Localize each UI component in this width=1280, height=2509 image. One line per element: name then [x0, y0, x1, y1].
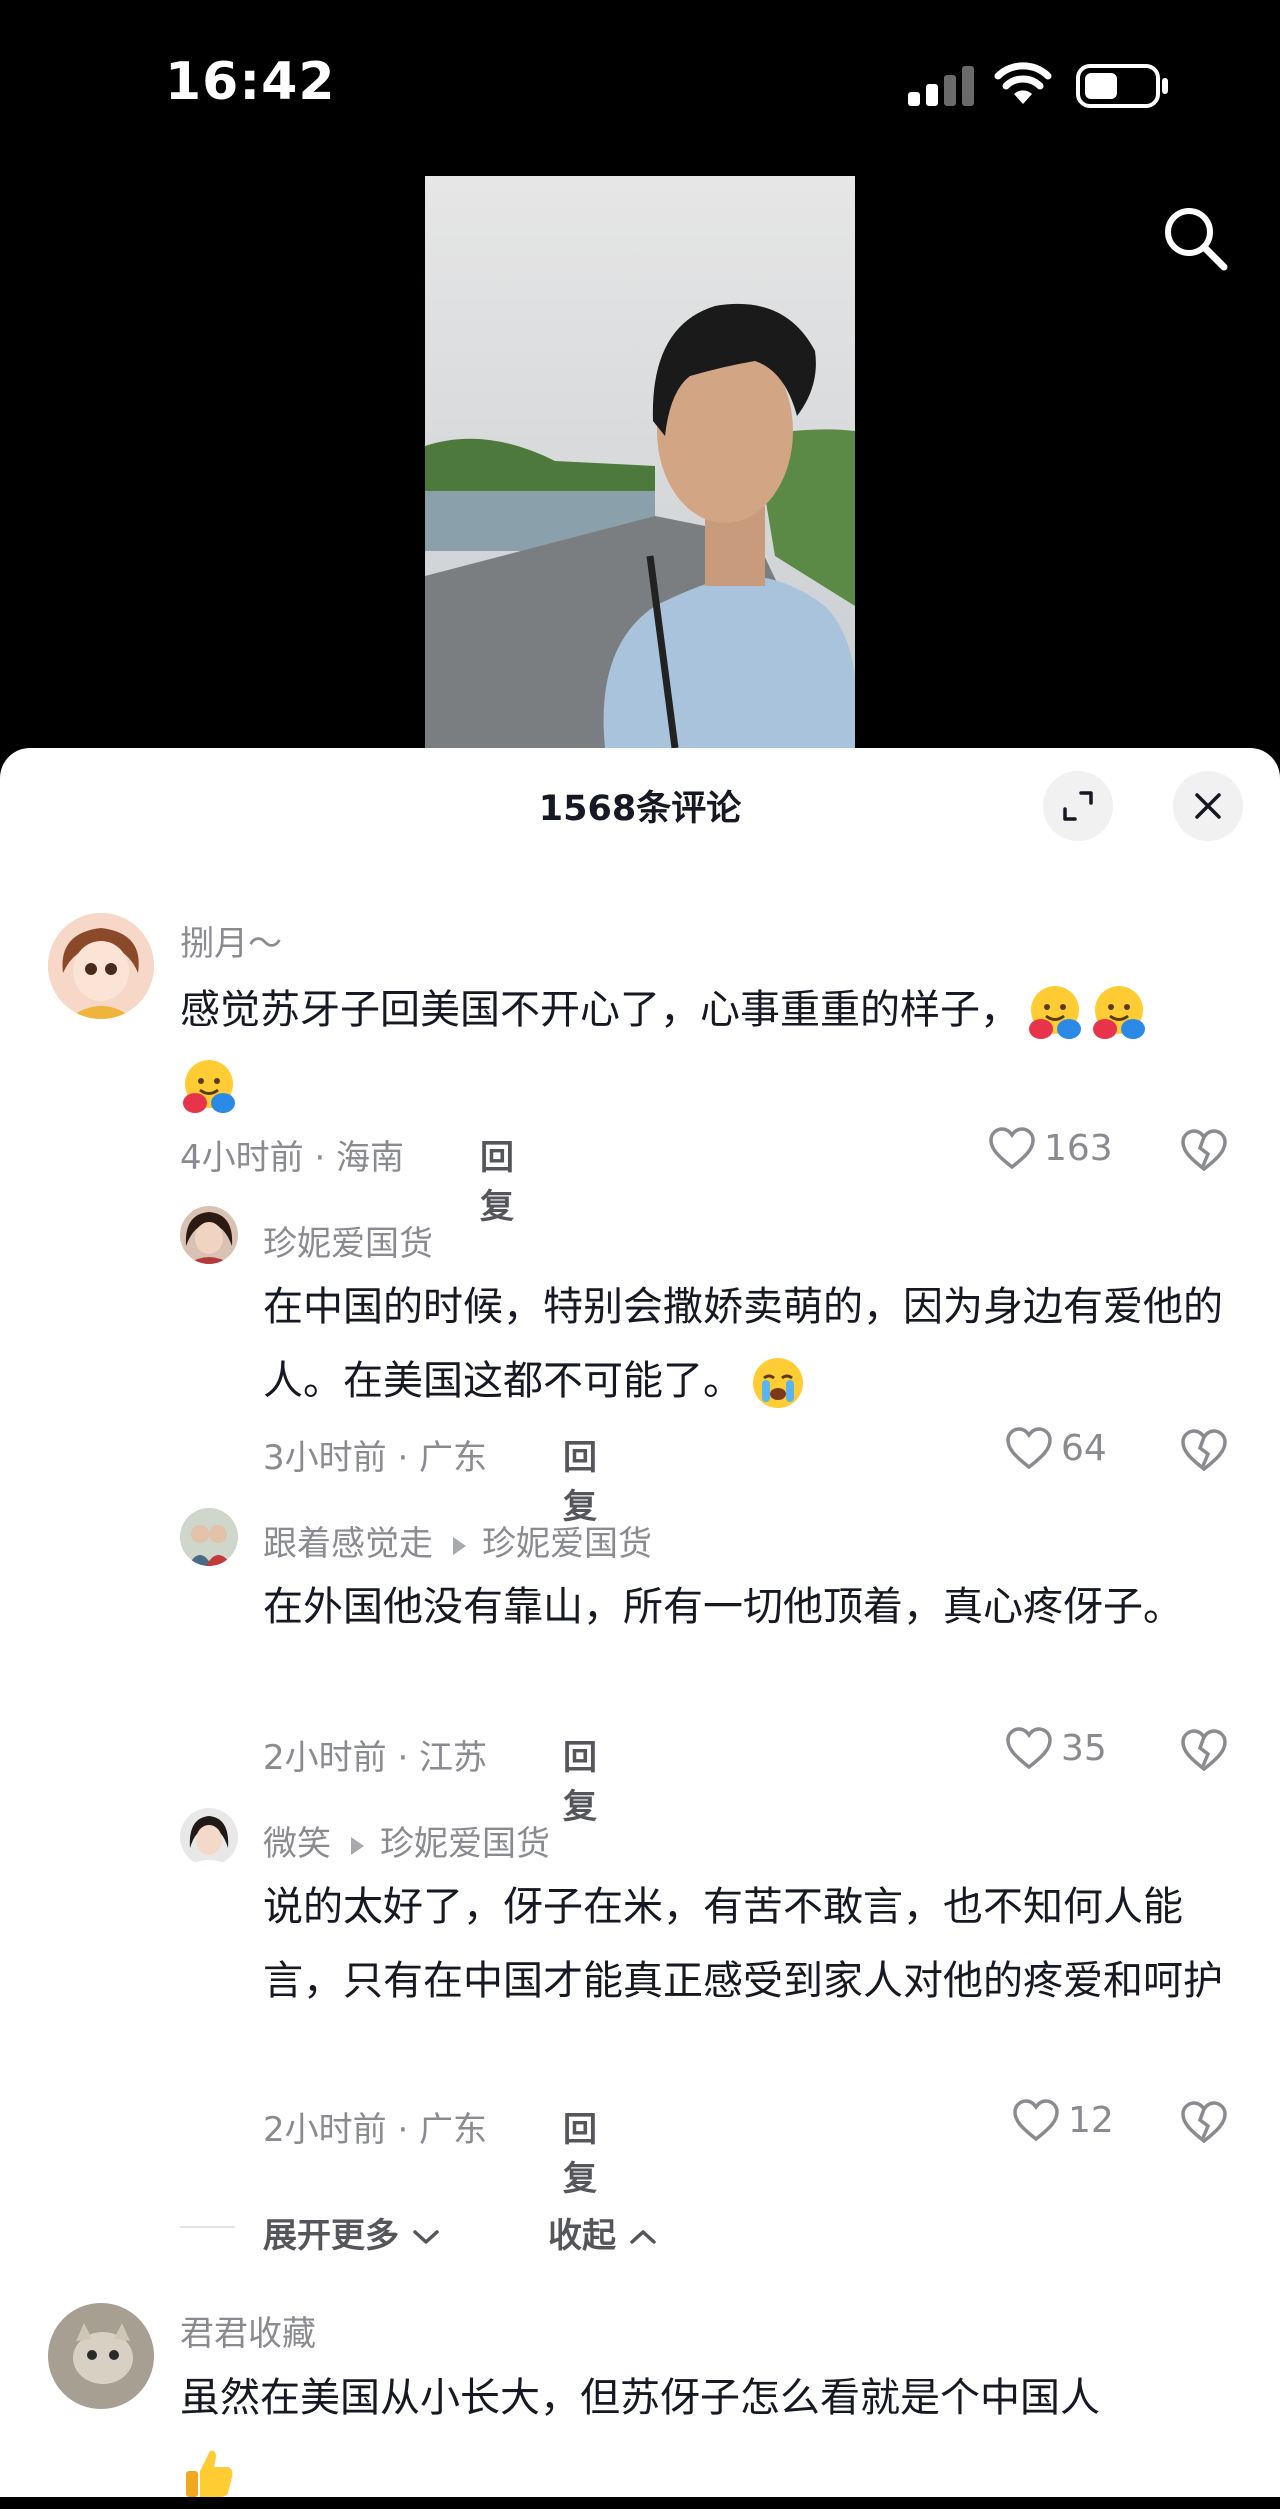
search-icon[interactable]	[1162, 205, 1228, 271]
status-bar: 16:42	[0, 0, 1280, 150]
broken-heart-icon[interactable]	[1180, 2100, 1228, 2144]
reply-button[interactable]: 回复	[563, 1430, 597, 1528]
crying-emoji-icon	[753, 1358, 803, 1408]
comment-meta: 2小时前 · 广东	[263, 2110, 488, 2150]
thumbs-up-emoji-icon	[186, 2450, 233, 2497]
avatar[interactable]	[48, 913, 154, 1019]
video-thumbnail[interactable]	[425, 176, 855, 748]
avatar[interactable]	[180, 1508, 238, 1566]
expand-button[interactable]	[1043, 771, 1113, 841]
hugging-emoji-icon	[1029, 986, 1081, 1039]
comment-username[interactable]: 君君收藏	[180, 2306, 316, 2355]
comment-username: 跟着感觉走 珍妮爱国货	[263, 1516, 652, 1565]
comment-meta: 3小时前 · 广东	[263, 1438, 488, 1478]
reply-to-username[interactable]: 珍妮爱国货	[380, 1824, 550, 1864]
comment-username[interactable]: 捌月～	[180, 916, 282, 965]
heart-outline-icon	[1006, 1427, 1052, 1470]
comment-text: 感觉苏牙子回美国不开心了，心事重重的样子，	[180, 973, 1240, 1121]
heart-outline-icon	[1013, 2099, 1059, 2142]
hugging-emoji-icon	[183, 1060, 235, 1113]
reply-to-username[interactable]: 珍妮爱国货	[482, 1524, 652, 1564]
battery-icon	[1076, 64, 1168, 108]
comment-meta: 4小时前 · 海南	[180, 1138, 405, 1178]
broken-heart-icon[interactable]	[1180, 1728, 1228, 1772]
like-button[interactable]: 163	[988, 1126, 1113, 1170]
broken-heart-icon[interactable]	[1180, 1428, 1228, 1472]
expand-more-button[interactable]: 展开更多	[263, 2208, 441, 2257]
close-button[interactable]	[1173, 771, 1243, 841]
comment-sheet: 1568条评论 捌月～ 感觉苏牙子回美国不开心了，心事重重的样子， 4小时前 ·…	[0, 748, 1280, 2497]
like-count: 163	[1044, 1127, 1113, 1169]
reply-button[interactable]: 回复	[563, 1730, 597, 1828]
expand-icon	[1063, 791, 1093, 821]
comment-text-body: 感觉苏牙子回美国不开心了，心事重重的样子，	[180, 987, 1020, 1033]
avatar[interactable]	[180, 1808, 238, 1866]
close-icon	[1195, 793, 1221, 819]
expand-more-label: 展开更多	[263, 2216, 399, 2256]
comment-text: 在外国他没有靠山，所有一切他顶着，真心疼伢子。	[263, 1584, 1183, 1630]
like-count: 64	[1061, 1427, 1107, 1469]
chevron-down-icon	[413, 2230, 439, 2244]
like-count: 12	[1068, 2099, 1114, 2141]
like-button[interactable]: 12	[1012, 2098, 1114, 2142]
comment-text-body: 虽然在美国从小长大，但苏伢子怎么看就是个中国人	[180, 2375, 1100, 2421]
like-count: 35	[1061, 1727, 1107, 1769]
reply-button[interactable]: 回复	[480, 1130, 514, 1228]
reply-username[interactable]: 微笑	[263, 1824, 331, 1864]
like-button[interactable]: 35	[1005, 1726, 1107, 1770]
avatar[interactable]	[180, 1206, 238, 1264]
comment-username: 微笑 珍妮爱国货	[263, 1816, 550, 1865]
reply-button[interactable]: 回复	[563, 2102, 597, 2200]
comment-text-body: 在中国的时候，特别会撒娇卖萌的，因为身边有爱他的人。在美国这都不可能了。	[263, 1284, 1223, 1404]
reply-arrow-icon	[351, 1836, 364, 1855]
chevron-up-icon	[630, 2230, 656, 2244]
heart-outline-icon	[989, 1127, 1035, 1170]
comment-username[interactable]: 珍妮爱国货	[263, 1216, 433, 1265]
like-button[interactable]: 64	[1005, 1426, 1107, 1470]
broken-heart-icon[interactable]	[1180, 1128, 1228, 1172]
replies-expand-row: 展开更多 收起	[0, 2198, 1280, 2258]
avatar[interactable]	[48, 2303, 154, 2409]
collapse-button[interactable]: 收起	[548, 2208, 658, 2257]
hugging-emoji-icon	[1093, 986, 1145, 1039]
cellular-signal-icon	[908, 66, 974, 106]
comment-text: 在中国的时候，特别会撒娇卖萌的，因为身边有爱他的人。在美国这都不可能了。	[263, 1270, 1238, 1418]
reply-username[interactable]: 跟着感觉走	[263, 1524, 433, 1564]
wifi-icon	[994, 62, 1052, 104]
comment-text: 说的太好了，伢子在米，有苦不敢言，也不知何人能言，只有在中国才能真正感受到家人对…	[263, 1884, 1223, 2004]
status-time: 16:42	[165, 52, 336, 112]
comment-text: 虽然在美国从小长大，但苏伢子怎么看就是个中国人	[180, 2361, 1240, 2509]
collapse-label: 收起	[548, 2216, 616, 2256]
comment-meta: 2小时前 · 江苏	[263, 1738, 488, 1778]
divider	[180, 2226, 235, 2228]
heart-outline-icon	[1006, 1727, 1052, 1770]
reply-arrow-icon	[453, 1536, 466, 1555]
